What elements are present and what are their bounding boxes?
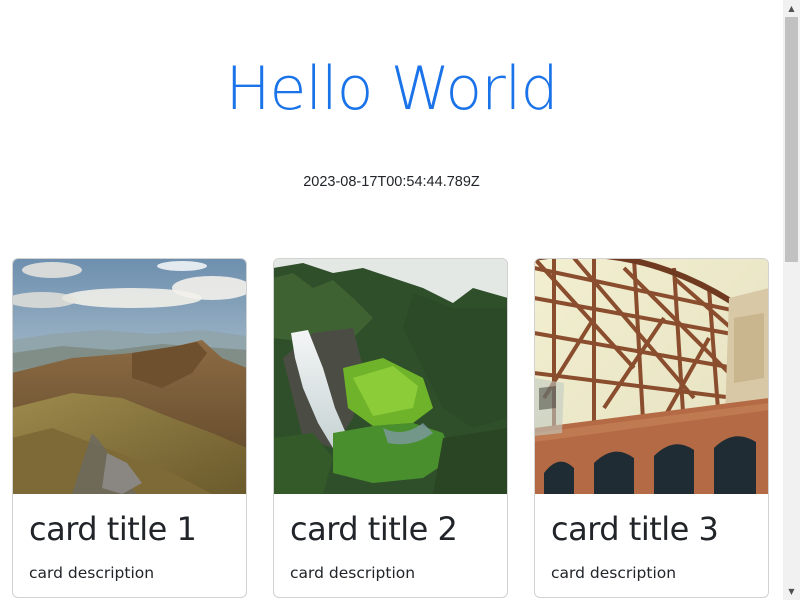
scrollbar-thumb[interactable] xyxy=(785,17,798,262)
card-image-bridge xyxy=(535,259,768,494)
card-image-mountain xyxy=(13,259,246,494)
card-description: card description xyxy=(551,564,677,582)
card-description: card description xyxy=(290,564,416,582)
card-body: card title 1 card description xyxy=(13,494,246,584)
browser-viewport: Hello World 2023-08-17T00:54:44.789Z car… xyxy=(0,0,800,600)
card-image-waterfall xyxy=(274,259,507,494)
card-3: card title 3 card description xyxy=(534,258,769,598)
card-2: card title 2 card description xyxy=(273,258,508,598)
scroll-down-arrow-icon[interactable]: ▼ xyxy=(783,583,800,600)
vertical-scrollbar[interactable]: ▲ ▼ xyxy=(783,0,800,600)
card-title: card title 1 xyxy=(29,510,197,548)
card-title: card title 3 xyxy=(551,510,719,548)
scroll-up-arrow-icon[interactable]: ▲ xyxy=(783,0,800,17)
page-content: Hello World 2023-08-17T00:54:44.789Z car… xyxy=(0,0,783,600)
card-body: card title 2 card description xyxy=(274,494,507,584)
timestamp: 2023-08-17T00:54:44.789Z xyxy=(303,174,480,190)
card-title: card title 2 xyxy=(290,510,458,548)
card-body: card title 3 card description xyxy=(535,494,768,584)
page-title: Hello World xyxy=(225,54,558,124)
card-1: card title 1 card description xyxy=(12,258,247,598)
card-description: card description xyxy=(29,564,155,582)
